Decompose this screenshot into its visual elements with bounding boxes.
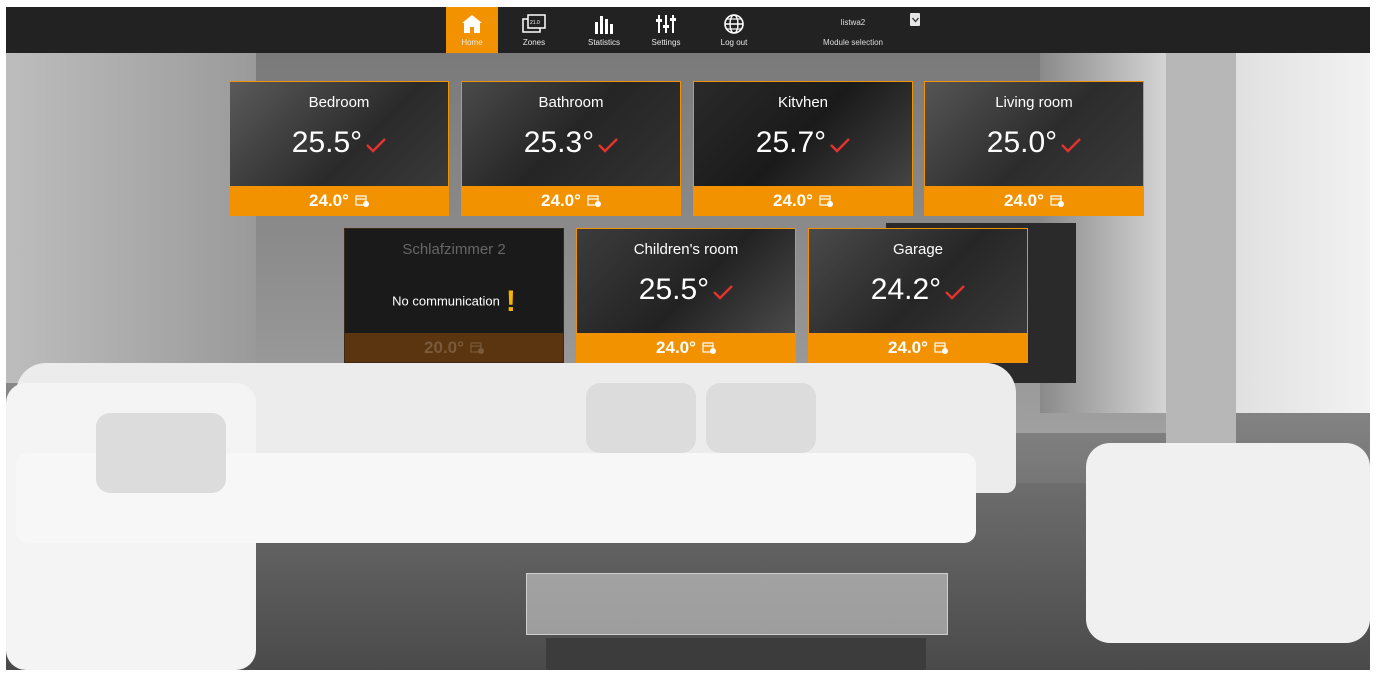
zone-setpoint: 24.0° (888, 337, 928, 357)
schedule-calendar-icon (1050, 194, 1064, 207)
schedule-calendar-icon (355, 194, 369, 207)
settings-sliders-icon (655, 12, 677, 36)
background-coffee-table (526, 573, 948, 635)
check-icon (1061, 127, 1082, 161)
zone-name: Kitvhen (777, 94, 829, 111)
zone-setpoint-bar: 24.0° (925, 186, 1143, 215)
check-icon (713, 274, 734, 308)
nav-statistics[interactable]: Statistics (578, 7, 630, 53)
check-icon (366, 127, 387, 161)
zones-icon-text: 21.0 (530, 20, 540, 26)
zone-temperature-value: 25.5° (638, 273, 710, 306)
zone-setpoint: 24.0° (773, 190, 813, 210)
zone-tile-bedroom[interactable]: Bedroom 25.5° 24.0° (229, 81, 449, 216)
nav-logout[interactable]: Log out (708, 7, 760, 53)
zone-temperature: 25.7° (694, 126, 912, 161)
background-pillow (706, 383, 816, 453)
background-window-left (6, 53, 256, 383)
module-selection-label: Module selection (822, 38, 884, 47)
zone-setpoint-bar: 24.0° (694, 186, 912, 215)
zone-tile-living-room[interactable]: Living room 25.0° 24.0° (924, 81, 1144, 216)
zone-tile-childrens-room[interactable]: Children's room 25.5° 24.0° (576, 228, 796, 363)
background-pillow (96, 413, 226, 493)
zone-temperature: 25.0° (925, 126, 1143, 161)
background-pillow (586, 383, 696, 453)
nav-settings[interactable]: Settings (640, 7, 692, 53)
zone-temperature-value: 25.7° (755, 126, 827, 159)
zone-setpoint: 24.0° (1004, 190, 1044, 210)
zone-setpoint-bar: 24.0° (809, 333, 1027, 362)
zone-temperature-value: 25.3° (523, 126, 595, 159)
zone-setpoint-bar: 24.0° (230, 186, 448, 215)
zone-tile-bathroom[interactable]: Bathroom 25.3° 24.0° (461, 81, 681, 216)
top-nav-bar: Home 21.0 Zones Statistics Settings Log … (6, 7, 1370, 53)
zone-temperature: 25.5° (230, 126, 448, 161)
zone-setpoint-bar: 24.0° (462, 186, 680, 215)
zone-tile-kitchen[interactable]: Kitvhen 25.7° 24.0° (693, 81, 913, 216)
module-selection[interactable]: listwa2 Module selection (792, 7, 914, 53)
schedule-calendar-icon (819, 194, 833, 207)
nav-zones[interactable]: 21.0 Zones (508, 7, 560, 53)
zone-tile-schlafzimmer-2[interactable]: Schlafzimmer 2 No communication! 20.0° (344, 228, 564, 363)
zone-name: Children's room (633, 241, 739, 258)
nav-logout-label: Log out (720, 38, 748, 47)
schedule-calendar-icon (587, 194, 601, 207)
nav-home-label: Home (461, 38, 483, 47)
background-table-base (546, 638, 926, 670)
globe-icon (723, 12, 745, 36)
zone-name: Bathroom (538, 94, 604, 111)
module-name: listwa2 (840, 18, 866, 27)
no-communication-text: No communication (392, 293, 500, 309)
zone-setpoint: 20.0° (424, 337, 464, 357)
zone-temperature-value: 24.2° (870, 273, 942, 306)
schedule-calendar-icon (470, 341, 484, 354)
zone-temperature: 25.3° (462, 126, 680, 161)
nav-home[interactable]: Home (446, 7, 498, 53)
module-dropdown-button[interactable] (910, 13, 920, 26)
zone-name: Garage (892, 241, 944, 258)
check-icon (830, 127, 851, 161)
zone-setpoint: 24.0° (541, 190, 581, 210)
warning-icon: ! (505, 285, 516, 318)
background-pillar (1166, 53, 1236, 473)
zone-status-message: No communication! (345, 285, 563, 319)
zone-temperature: 24.2° (809, 273, 1027, 308)
zone-temperature-value: 25.5° (291, 126, 363, 159)
zone-name: Schlafzimmer 2 (402, 241, 506, 258)
chevron-down-icon (911, 17, 919, 22)
check-icon (598, 127, 619, 161)
nav-statistics-label: Statistics (587, 38, 620, 47)
nav-settings-label: Settings (651, 38, 681, 47)
zone-setpoint-bar: 24.0° (577, 333, 795, 362)
zone-setpoint: 24.0° (656, 337, 696, 357)
nav-zones-label: Zones (522, 38, 546, 47)
statistics-icon (593, 12, 615, 36)
zone-temperature-value: 25.0° (986, 126, 1058, 159)
check-icon (945, 274, 966, 308)
zones-icon: 21.0 (522, 12, 546, 36)
schedule-calendar-icon (702, 341, 716, 354)
zone-name: Living room (995, 94, 1073, 111)
zone-temperature: 25.5° (577, 273, 795, 308)
zone-setpoint-bar: 20.0° (345, 333, 563, 362)
zone-setpoint: 24.0° (309, 190, 349, 210)
background-armchair (1086, 443, 1370, 643)
zone-name: Bedroom (308, 94, 370, 111)
home-icon (461, 12, 483, 36)
schedule-calendar-icon (934, 341, 948, 354)
zone-tile-garage[interactable]: Garage 24.2° 24.0° (808, 228, 1028, 363)
